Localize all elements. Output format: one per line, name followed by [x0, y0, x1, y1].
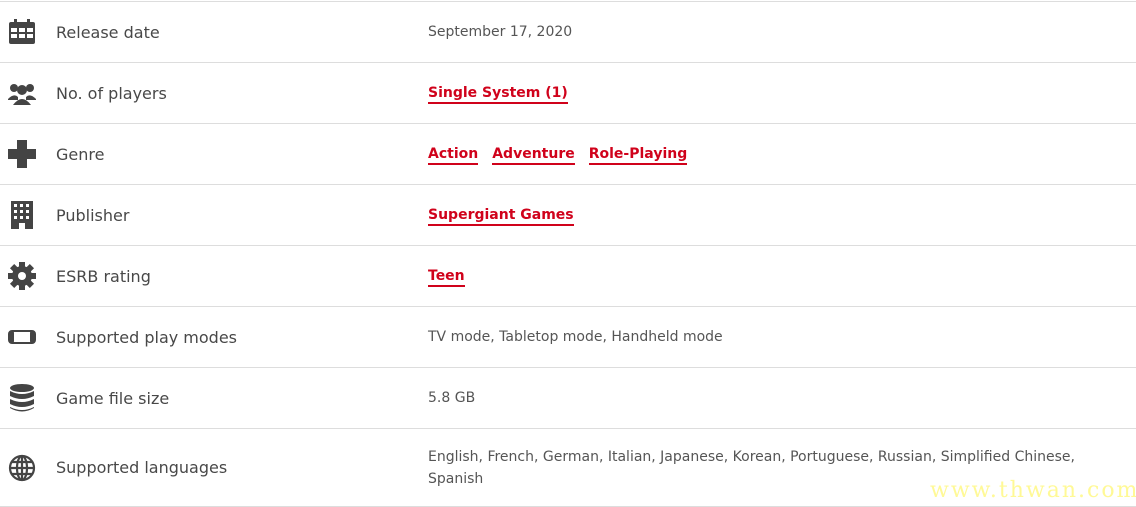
row-release-date: Release date September 17, 2020	[0, 2, 1136, 63]
calendar-icon	[8, 18, 36, 46]
row-players: No. of players Single System (1)	[0, 63, 1136, 124]
row-publisher: Publisher Supergiant Games	[0, 185, 1136, 246]
globe-icon	[8, 454, 36, 482]
database-icon	[8, 384, 36, 412]
gear-icon	[8, 262, 36, 290]
row-esrb: ESRB rating Teen	[0, 246, 1136, 307]
watermark: www.thwan.com	[930, 478, 1136, 503]
row-label: No. of players	[56, 83, 167, 103]
esrb-link[interactable]: Teen	[428, 268, 465, 287]
genre-link-role-playing[interactable]: Role-Playing	[588, 146, 688, 165]
users-icon	[8, 79, 36, 107]
dpad-icon	[8, 140, 36, 168]
publisher-link[interactable]: Supergiant Games	[428, 207, 574, 226]
row-label: Release date	[56, 22, 160, 42]
row-genre: Genre Action Adventure Role-Playing	[0, 124, 1136, 185]
row-play-modes: Supported play modes TV mode, Tabletop m…	[0, 307, 1136, 368]
row-label: Game file size	[56, 388, 170, 408]
genre-link-action[interactable]: Action	[428, 146, 479, 165]
players-link[interactable]: Single System (1)	[428, 85, 568, 104]
console-icon	[8, 323, 36, 351]
genre-link-adventure[interactable]: Adventure	[492, 146, 575, 165]
row-label: ESRB rating	[56, 266, 151, 286]
file-size-value: 5.8 GB	[428, 390, 476, 406]
game-info-list: Release date September 17, 2020 No. of p…	[0, 1, 1136, 507]
play-modes-value: TV mode, Tabletop mode, Handheld mode	[428, 329, 723, 345]
row-label: Supported languages	[56, 458, 228, 477]
row-label: Publisher	[56, 205, 130, 225]
release-date-value: September 17, 2020	[428, 24, 573, 40]
building-icon	[8, 201, 36, 229]
row-label: Supported play modes	[56, 327, 238, 347]
row-label: Genre	[56, 144, 105, 164]
row-file-size: Game file size 5.8 GB	[0, 368, 1136, 429]
